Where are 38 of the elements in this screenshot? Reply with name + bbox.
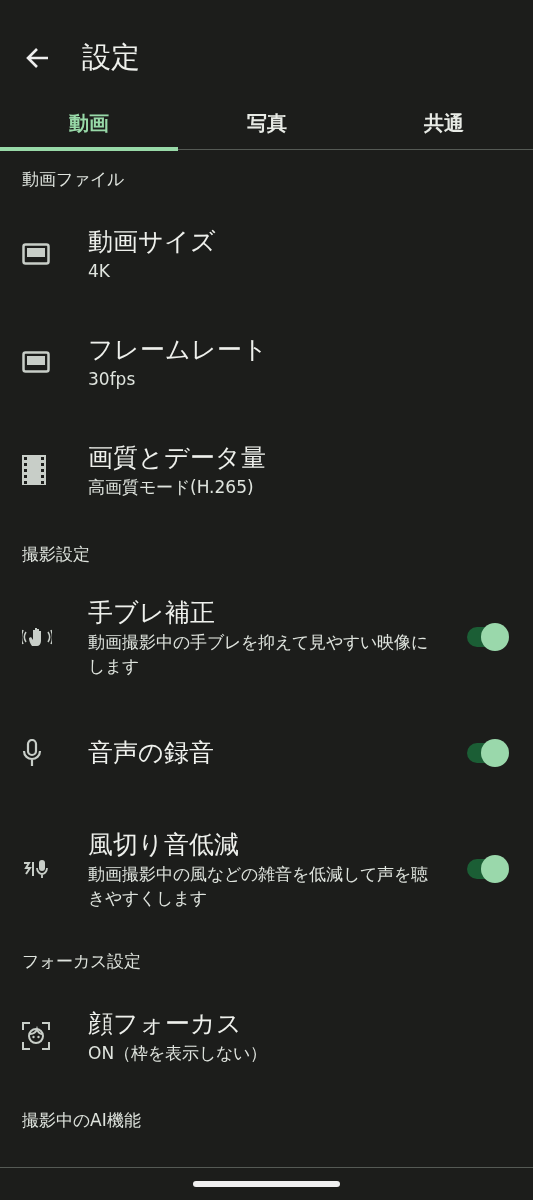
section-header: 撮影設定 [21,543,91,566]
tab[interactable]: 共通 [355,109,533,151]
section-header: フォーカス設定 [21,950,142,973]
hand-icon [22,626,52,648]
toggle-switch[interactable] [465,855,509,883]
screen-icon [22,243,50,265]
setting-item[interactable]: 画質とデータ量 高画質モード(H.265) [0,417,533,525]
face-focus-icon [22,1022,50,1050]
microphone-icon [22,739,42,767]
setting-title: 画質とデータ量 [88,442,267,474]
toggle-switch[interactable] [465,623,509,651]
setting-title: 動画サイズ [88,226,217,258]
setting-item[interactable]: 音声の録音 [0,700,533,808]
setting-title: 音声の録音 [88,737,215,769]
setting-summary: 高画質モード(H.265) [88,476,255,499]
toggle-switch[interactable] [465,739,509,767]
setting-summary: 4K [88,260,111,283]
setting-summary: 30fps [88,368,137,391]
setting-summary: 動画撮影中の風などの雑音を低減して声を聴きやすくします [88,863,429,910]
section-header: 撮影中のAI機能 [21,1109,142,1132]
setting-title: 手ブレ補正 [88,597,216,629]
section-header: 動画ファイル [21,168,125,191]
tab[interactable]: 写真 [177,109,356,151]
setting-title: 顔フォーカス [88,1008,243,1040]
setting-title: フレームレート [88,334,269,366]
setting-item[interactable]: 動画サイズ 4K [0,201,533,309]
setting-item[interactable]: 顔フォーカス ON（枠を表示しない） [0,983,533,1091]
setting-title: 風切り音低減 [88,829,240,861]
back-icon[interactable] [26,46,50,69]
screen-icon [22,351,50,373]
setting-item[interactable]: 手ブレ補正 動画撮影中の手ブレを抑えて見やすい映像にします [0,576,533,700]
setting-summary: ON（枠を表示しない） [88,1042,269,1065]
screen-title: 設定 [82,38,140,76]
setting-summary: 動画撮影中の手ブレを抑えて見やすい映像にします [88,631,429,678]
setting-item[interactable]: 風切り音低減 動画撮影中の風などの雑音を低減して声を聴きやすくします [0,808,533,932]
tab[interactable]: 動画 [0,109,178,151]
film-icon [22,455,46,485]
setting-item[interactable]: フレームレート 30fps [0,309,533,417]
